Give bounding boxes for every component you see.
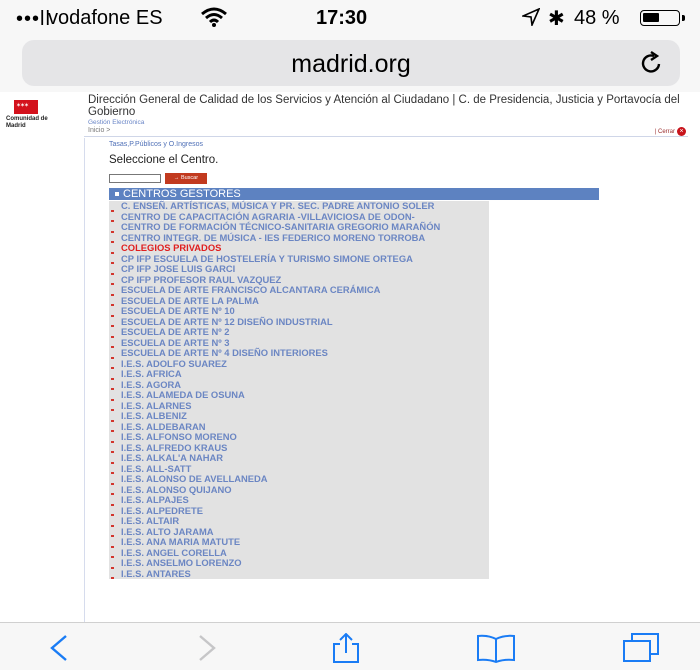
list-item-label: ESCUELA DE ARTE Nº 10 — [121, 305, 235, 316]
search-input[interactable] — [109, 174, 161, 183]
list-item-label: CENTRO INTEGR. DE MÚSICA - IES FEDERICO … — [121, 231, 426, 243]
list-item-label: CP IFP ESCUELA DE HOSTELERÍA Y TURISMO S… — [121, 252, 413, 264]
wifi-icon — [201, 7, 227, 27]
list-item-label: I.E.S. ALL-SATT — [121, 462, 192, 474]
list-item-label: I.E.S. ALTO JARAMA — [121, 525, 214, 537]
bookmarks-icon[interactable] — [476, 633, 516, 663]
page-title: Seleccione el Centro. — [109, 154, 219, 166]
browser-address-area: madrid.org — [0, 34, 700, 92]
gestion-link[interactable]: Gestión Electrónica — [88, 119, 144, 126]
list-item-label: I.E.S. ALTAIR — [121, 515, 180, 526]
list-item-label: I.E.S. ALPAJES — [121, 494, 189, 505]
list-item-label: I.E.S. ALONSO DE AVELLANEDA — [121, 473, 268, 484]
clock: 17:30 — [316, 7, 368, 29]
list-item-label: I.E.S. ANA MARIA MATUTE — [121, 536, 241, 547]
header-divider — [84, 136, 688, 137]
bluetooth-icon: ✱ — [548, 8, 565, 30]
list-item-label: I.E.S. ALBENIZ — [121, 410, 187, 421]
section-header-label: CENTROS GESTORES — [123, 188, 241, 200]
status-bar: •••ll vodafone ES 17:30 ✱ 48 % — [0, 0, 700, 34]
url-text[interactable]: madrid.org — [22, 50, 680, 79]
browser-toolbar — [0, 622, 700, 670]
list-item-label: I.E.S. ALPEDRETE — [121, 504, 203, 516]
search-button[interactable]: → Buscar — [165, 173, 207, 184]
list-item-label: CENTRO DE CAPACITACIÓN AGRARIA -VILLAVIC… — [121, 210, 415, 222]
header-direccion: Dirección General de Calidad de los Serv… — [88, 94, 680, 118]
forward-icon[interactable] — [190, 633, 222, 663]
site-header: Comunidad de Madrid Dirección General de… — [0, 92, 700, 138]
list-item-label: I.E.S. ALKAL'A NAHAR — [121, 452, 224, 463]
inicio-link[interactable]: Inicio > — [88, 127, 110, 134]
list-item-label: ESCUELA DE ARTE Nº 4 DISEÑO INTERIORES — [121, 347, 328, 358]
logo-text: Comunidad de Madrid — [6, 116, 48, 129]
list-item-label: I.E.S. AGORA — [121, 378, 182, 390]
list-item-label: I.E.S. ADOLFO SUAREZ — [121, 357, 227, 369]
bullet-icon — [115, 192, 119, 197]
list-item-label: ESCUELA DE ARTE LA PALMA — [121, 294, 259, 306]
section-header: CENTROS GESTORES — [109, 188, 599, 200]
location-icon — [522, 8, 540, 26]
back-icon[interactable] — [44, 633, 76, 663]
list-item-label: I.E.S. ALFONSO MORENO — [121, 431, 237, 442]
battery-icon — [640, 10, 680, 26]
list-item-label: I.E.S. ALAMEDA DE OSUNA — [121, 389, 245, 400]
reload-icon[interactable] — [638, 50, 664, 76]
breadcrumb[interactable]: Tasas,P.Públicos y O.Ingresos — [109, 141, 203, 148]
list-item-label: ESCUELA DE ARTE Nº 2 — [121, 326, 230, 337]
list-item-label: ESCUELA DE ARTE Nº 12 DISEÑO INDUSTRIAL — [121, 315, 333, 327]
list-item-label: CP IFP JOSE LUIS GARCI — [121, 263, 236, 274]
list-item-label: I.E.S. ALFREDO KRAUS — [121, 441, 228, 453]
cerrar-label: | Cerrar — [654, 129, 675, 136]
carrier-name: vodafone ES — [48, 7, 163, 29]
close-icon[interactable]: × — [677, 127, 686, 136]
list-item-label: ESCUELA DE ARTE Nº 3 — [121, 336, 230, 348]
list-item-label: I.E.S. ANGEL CORELLA — [121, 546, 227, 558]
list-item-label: I.E.S. ALARNES — [121, 399, 192, 411]
list-item-label: C. ENSEÑ. ARTÍSTICAS, MÚSICA Y PR. SEC. … — [121, 200, 435, 211]
centros-list: C. ENSEÑ. ARTÍSTICAS, MÚSICA Y PR. SEC. … — [109, 200, 599, 579]
battery-tip — [682, 15, 685, 21]
list-item-label: ESCUELA DE ARTE FRANCISCO ALCANTARA CERÁ… — [121, 284, 381, 295]
address-bar[interactable]: madrid.org — [22, 40, 680, 86]
list-item[interactable]: I.E.S. ANTARES — [109, 567, 489, 579]
main-content: Tasas,P.Públicos y O.Ingresos Seleccione… — [84, 138, 688, 622]
list-item-label: I.E.S. ANSELMO LORENZO — [121, 557, 242, 568]
share-icon[interactable] — [330, 633, 362, 663]
list-item-label: CP IFP PROFESOR RAUL VAZQUEZ — [121, 273, 282, 285]
comunidad-madrid-logo[interactable] — [14, 100, 38, 114]
tabs-icon[interactable] — [622, 633, 660, 663]
list-item-label: CENTRO DE FORMACIÓN TÉCNICO-SANITARIA GR… — [121, 221, 441, 232]
battery-percent: 48 % — [574, 7, 620, 29]
list-item-label: I.E.S. AFRICA — [121, 368, 182, 379]
signal-icon: •••ll — [16, 8, 51, 30]
cerrar-button[interactable]: | Cerrar × — [655, 127, 686, 136]
list-item-label: I.E.S. ANTARES — [121, 567, 191, 579]
list-item-label: COLEGIOS PRIVADOS — [121, 242, 222, 253]
list-item-label: I.E.S. ALONSO QUIJANO — [121, 483, 232, 495]
list-item-label: I.E.S. ALDEBARAN — [121, 420, 206, 432]
bullet-icon — [111, 577, 114, 579]
